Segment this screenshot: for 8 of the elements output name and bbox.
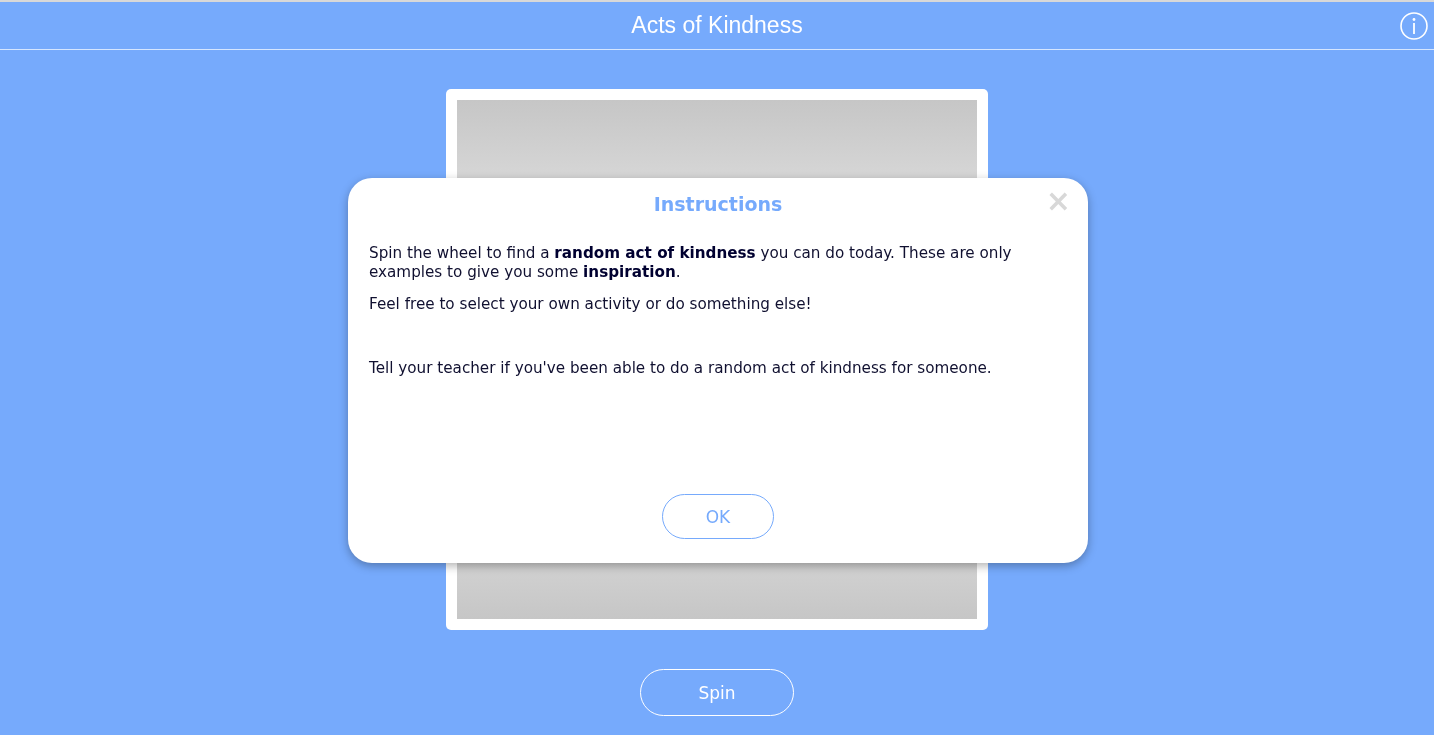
dialog-title: Instructions [653,193,783,215]
instruction-text: Tell your teacher if you've been able to do a random act of kindness for someone. [369,359,993,378]
instruction-text: Spin the wheel to find a random act of kindness you can do today. These are only examples to give you some inspiration. [369,244,1013,282]
page-title: Acts of Kindness [631,12,803,39]
ok-button[interactable]: OK [662,494,774,539]
instruction-text: Feel free to select your own activity or do something else! [369,295,813,314]
info-icon[interactable] [1399,11,1429,41]
close-button[interactable]: × [1045,186,1071,216]
